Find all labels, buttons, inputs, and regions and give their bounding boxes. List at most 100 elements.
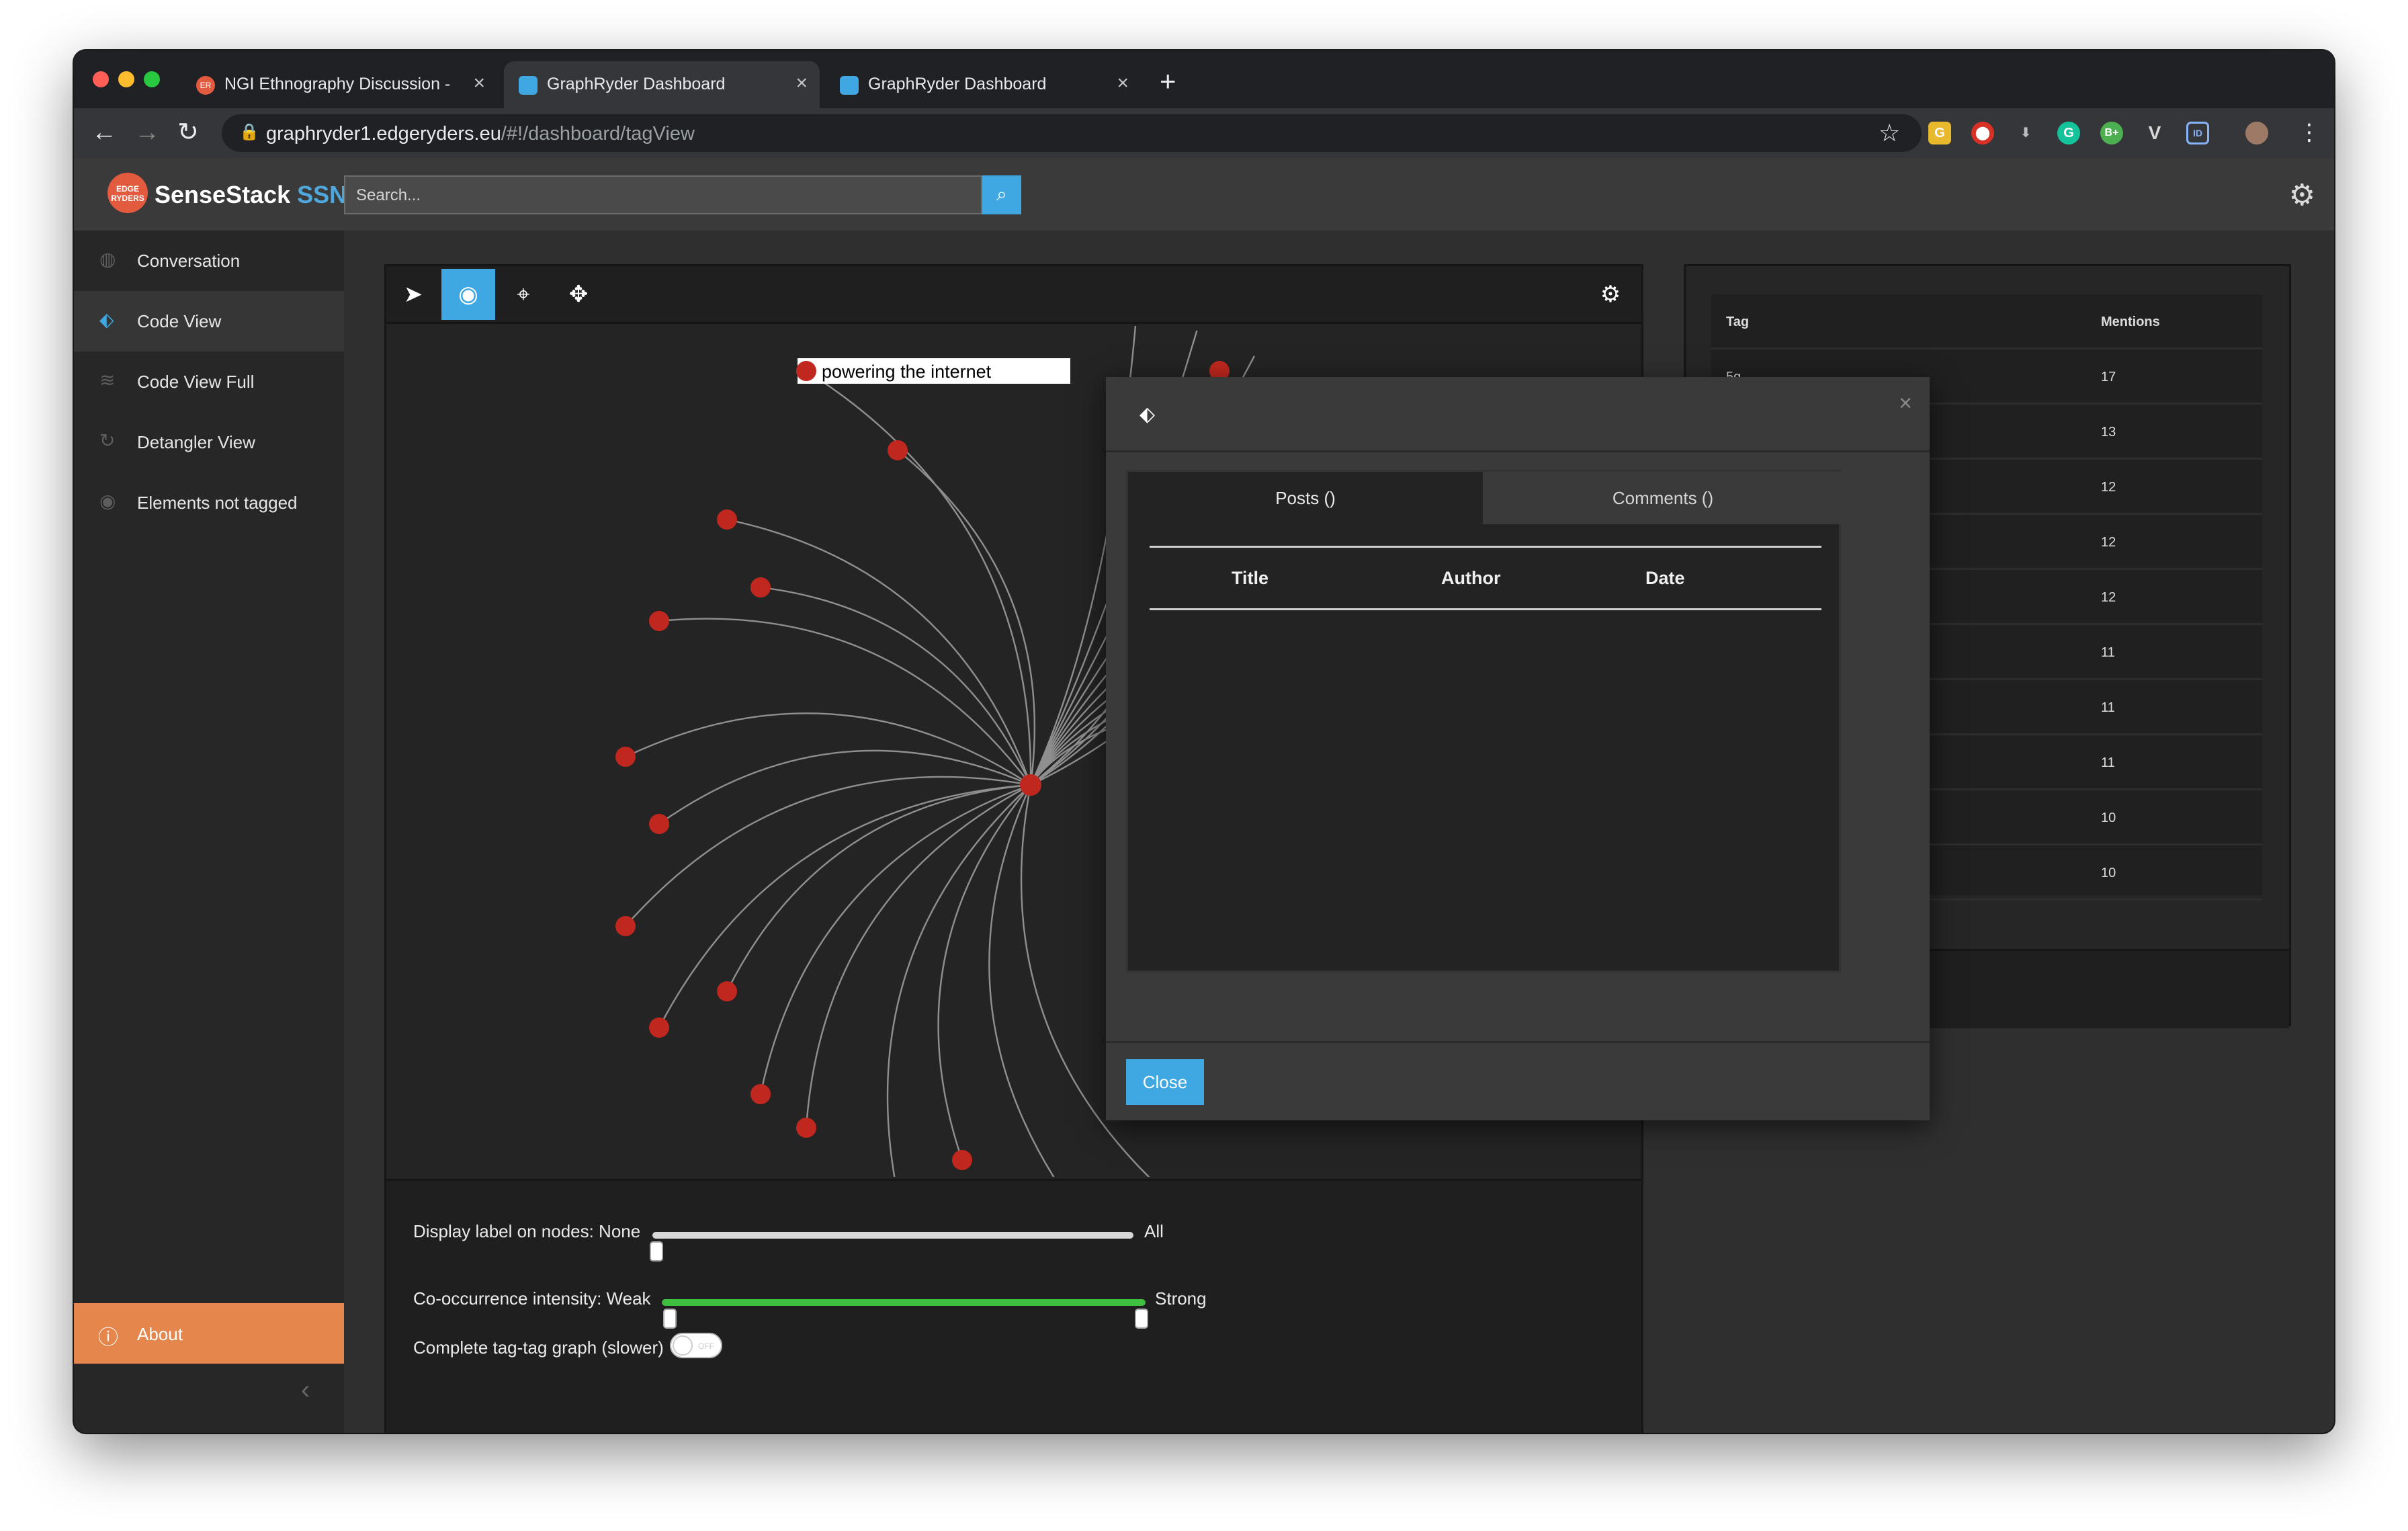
- column-tag[interactable]: Tag: [1726, 315, 1749, 330]
- extension-icon[interactable]: B+: [2100, 122, 2123, 144]
- tag-node[interactable]: [888, 440, 908, 460]
- browser-tab-2[interactable]: GraphRyder Dashboard ×: [504, 61, 820, 108]
- graph-settings-button[interactable]: ⚙: [1584, 269, 1637, 320]
- eye-icon: ◉: [458, 282, 478, 307]
- sidebar-item-conversation[interactable]: ◍ Conversation: [74, 231, 344, 291]
- new-tab-icon[interactable]: +: [1160, 65, 1176, 97]
- grammarly-icon[interactable]: G: [2057, 122, 2080, 144]
- gear-icon[interactable]: ⚙: [2289, 178, 2315, 212]
- tag-details-modal: ⬖ × Posts () Comments () Title Author Da…: [1106, 377, 1930, 1120]
- close-tab-icon[interactable]: ×: [796, 72, 808, 95]
- menu-dots-icon[interactable]: ⋮: [2298, 119, 2321, 146]
- browser-tab-1[interactable]: ER NGI Ethnography Discussion - ×: [181, 61, 497, 108]
- forward-icon[interactable]: →: [134, 118, 160, 147]
- question-circle-icon: ⓘ: [98, 1327, 118, 1349]
- complete-graph-toggle[interactable]: OFF: [670, 1333, 722, 1358]
- cooccurrence-label-text: Co-occurrence intensity: Weak: [413, 1288, 651, 1309]
- tag-node[interactable]: [717, 509, 737, 530]
- window-close-dot[interactable]: [93, 71, 109, 87]
- browser-tab-3[interactable]: GraphRyder Dashboard ×: [825, 61, 1141, 108]
- chevron-left-icon[interactable]: ‹: [301, 1375, 310, 1405]
- tag-node[interactable]: [649, 611, 669, 631]
- sidebar-item-label: Conversation: [137, 251, 241, 271]
- column-date[interactable]: Date: [1645, 568, 1685, 589]
- search-input[interactable]: Search...: [344, 175, 982, 214]
- tag-node[interactable]: [750, 1084, 771, 1104]
- move-icon: ✥: [568, 282, 589, 307]
- tag-node[interactable]: [952, 1150, 972, 1170]
- reload-icon[interactable]: ↻: [177, 118, 199, 147]
- close-tab-icon[interactable]: ×: [1117, 72, 1129, 95]
- mentions-cell: 17: [2101, 370, 2116, 384]
- sidebar-item-label: Code View Full: [137, 372, 255, 392]
- eye-icon: ◉: [99, 491, 116, 511]
- layers-icon: ≋: [99, 370, 116, 390]
- sidebar-item-code-view[interactable]: ⬖ Code View: [74, 291, 344, 351]
- tag-node[interactable]: [615, 747, 636, 767]
- modal-header: ⬖ ×: [1106, 377, 1930, 452]
- graph-edge: [625, 712, 1031, 786]
- extension-icon[interactable]: V: [2143, 122, 2166, 144]
- extension-icon[interactable]: ⬇: [2014, 122, 2037, 144]
- mentions-cell: 10: [2101, 866, 2116, 880]
- center-tag-node[interactable]: [1020, 774, 1041, 796]
- tag-node[interactable]: [796, 1118, 816, 1138]
- column-mentions[interactable]: Mentions: [2101, 315, 2160, 330]
- cooccurrence-strong-text: Strong: [1155, 1288, 1207, 1309]
- crosshair-icon: ⌖: [517, 282, 530, 307]
- tag-icon: ⬖: [99, 309, 114, 330]
- url-text: graphryder1.edgeryders.eu/#!/dashboard/t…: [266, 123, 695, 145]
- tab-posts[interactable]: Posts (): [1128, 472, 1483, 524]
- sidebar-item-detangler-view[interactable]: ↻ Detangler View: [74, 412, 344, 472]
- extension-icon[interactable]: ⬤: [1971, 122, 1994, 144]
- close-tab-icon[interactable]: ×: [473, 72, 485, 95]
- tag-node[interactable]: [649, 1018, 669, 1038]
- display-all-text: All: [1144, 1221, 1164, 1241]
- extension-icon[interactable]: ID: [2186, 122, 2209, 144]
- crosshair-tool-button[interactable]: ⌖: [497, 269, 550, 320]
- mentions-cell: 12: [2101, 480, 2116, 495]
- pointer-tool-button[interactable]: ➤: [386, 269, 440, 320]
- refresh-icon: ↻: [99, 430, 116, 451]
- sidebar-item-code-view-full[interactable]: ≋ Code View Full: [74, 351, 344, 412]
- search-button[interactable]: ⌕: [982, 175, 1021, 214]
- column-author[interactable]: Author: [1441, 568, 1500, 589]
- address-bar[interactable]: 🔒 graphryder1.edgeryders.eu/#!/dashboard…: [222, 114, 1922, 152]
- app-header: EDGE RYDERS SenseStack SSNA Search... ⌕ …: [74, 158, 2334, 231]
- window-zoom-dot[interactable]: [144, 71, 160, 87]
- graph-controls: Display label on nodes: None All Co-occu…: [386, 1179, 1641, 1433]
- close-icon[interactable]: ×: [1899, 390, 1912, 417]
- mentions-cell: 11: [2101, 755, 2115, 770]
- graph-edge: [658, 618, 1031, 786]
- back-icon[interactable]: ←: [91, 118, 117, 147]
- cooccurrence-slider[interactable]: [662, 1299, 1146, 1306]
- hovered-tag-node[interactable]: [796, 361, 816, 381]
- mentions-cell: 11: [2101, 700, 2115, 715]
- about-button[interactable]: ⓘ About: [74, 1303, 344, 1364]
- cooccurrence-max-handle[interactable]: [1135, 1309, 1148, 1329]
- graphryder-favicon: [840, 76, 859, 95]
- bookmark-star-icon[interactable]: ☆: [1879, 119, 1900, 147]
- tag-node[interactable]: [717, 981, 737, 1001]
- display-label-slider[interactable]: [652, 1232, 1133, 1239]
- tag-node[interactable]: [615, 916, 636, 936]
- move-tool-button[interactable]: ✥: [552, 269, 605, 320]
- window-minimize-dot[interactable]: [118, 71, 134, 87]
- sidebar-item-elements-not-tagged[interactable]: ◉ Elements not tagged: [74, 472, 344, 533]
- graph-edge: [886, 784, 1031, 1177]
- column-title[interactable]: Title: [1232, 568, 1268, 589]
- close-button[interactable]: Close: [1126, 1059, 1204, 1105]
- logo[interactable]: EDGE RYDERS: [108, 173, 148, 213]
- eye-tool-button[interactable]: ◉: [441, 269, 495, 320]
- tab-title: GraphRyder Dashboard: [868, 75, 1047, 93]
- display-label-slider-handle[interactable]: [650, 1241, 663, 1261]
- tag-node[interactable]: [750, 577, 771, 597]
- sidebar-item-label: Code View: [137, 311, 222, 331]
- avatar[interactable]: [2245, 122, 2268, 144]
- cooccurrence-min-handle[interactable]: [663, 1309, 677, 1329]
- tab-comments[interactable]: Comments (): [1483, 472, 1843, 524]
- tag-node[interactable]: [649, 814, 669, 834]
- complete-graph-label: Complete tag-tag graph (slower): [413, 1337, 664, 1358]
- extension-icon[interactable]: G: [1928, 122, 1951, 144]
- display-label-text: Display label on nodes: None: [413, 1221, 641, 1241]
